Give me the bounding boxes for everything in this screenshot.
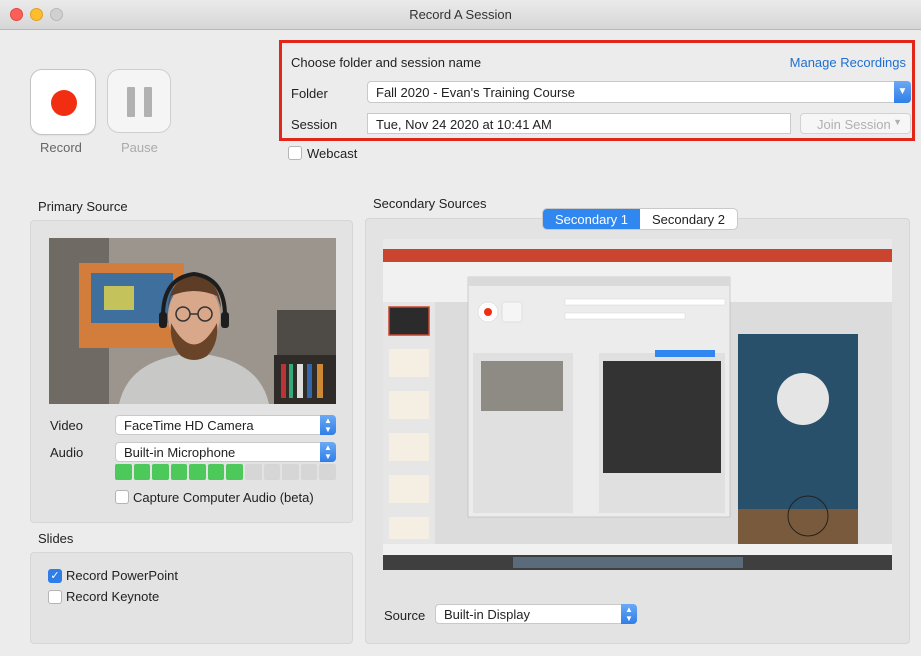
tab-secondary-2[interactable]: Secondary 2 [640, 209, 737, 229]
capture-computer-audio-label: Capture Computer Audio (beta) [133, 490, 314, 505]
camera-preview [49, 238, 336, 404]
webcast-label: Webcast [307, 146, 358, 161]
audio-label: Audio [50, 445, 84, 460]
secondary-sources-title: Secondary Sources [373, 196, 487, 211]
updown-chevron-icon: ▲ ▼ [621, 604, 637, 624]
record-label: Record [40, 140, 82, 155]
audio-level-segment [319, 464, 336, 480]
updown-chevron-icon: ▲ ▼ [320, 442, 336, 462]
session-name-input[interactable]: Tue, Nov 24 2020 at 10:41 AM [367, 113, 791, 134]
audio-level-segment [115, 464, 132, 480]
audio-level-segment [282, 464, 299, 480]
record-icon [51, 90, 77, 116]
join-session-label: Join Session [817, 117, 891, 132]
audio-level-segment [245, 464, 262, 480]
screen-preview [383, 239, 892, 570]
audio-level-segment [263, 464, 281, 480]
secondary-source-select[interactable]: Built-in Display ▲ ▼ [435, 604, 637, 624]
video-source-select[interactable]: FaceTime HD Camera ▲ ▼ [115, 415, 336, 435]
record-keynote-checkbox[interactable] [48, 590, 62, 604]
audio-source-select[interactable]: Built-in Microphone ▲ ▼ [115, 442, 336, 462]
record-powerpoint-label: Record PowerPoint [66, 568, 178, 583]
audio-level-segment [300, 464, 318, 480]
join-session-button[interactable]: Join Session ▼ [800, 113, 911, 134]
session-heading: Choose folder and session name [291, 55, 482, 70]
record-button[interactable] [30, 69, 96, 135]
video-source-value: FaceTime HD Camera [124, 418, 254, 433]
folder-value: Fall 2020 - Evan's Training Course [376, 85, 576, 100]
video-label: Video [50, 418, 84, 433]
audio-level-meter [115, 464, 336, 480]
audio-level-segment [207, 464, 225, 480]
record-keynote-label: Record Keynote [66, 589, 160, 604]
record-session-window: Record A Session Record Pause Choose fol… [0, 0, 921, 656]
chevron-down-icon: ▼ [893, 117, 902, 127]
session-label: Session [291, 117, 338, 132]
primary-source-title: Primary Source [38, 199, 128, 214]
pause-icon [127, 87, 135, 117]
pause-label: Pause [121, 140, 158, 155]
session-settings-box: Choose folder and session name Manage Re… [279, 40, 915, 141]
updown-chevron-icon: ▲ ▼ [320, 415, 336, 435]
secondary-source-value: Built-in Display [444, 607, 530, 622]
manage-recordings-link[interactable]: Manage Recordings [790, 55, 906, 70]
secondary-tabs: Secondary 1 Secondary 2 [542, 208, 738, 230]
audio-level-segment [170, 464, 188, 480]
slides-title: Slides [38, 531, 74, 546]
audio-level-segment [226, 464, 244, 480]
chevron-down-icon: ▼ [894, 81, 911, 103]
audio-level-segment [133, 464, 151, 480]
source-label: Source [384, 608, 426, 623]
folder-label: Folder [291, 86, 328, 101]
folder-select[interactable]: Fall 2020 - Evan's Training Course ▼ [367, 81, 911, 103]
audio-level-segment [189, 464, 206, 480]
audio-source-value: Built-in Microphone [124, 445, 236, 460]
tab-secondary-1[interactable]: Secondary 1 [543, 209, 640, 229]
capture-computer-audio-checkbox[interactable] [115, 490, 129, 504]
record-powerpoint-checkbox[interactable]: ✓ [48, 569, 62, 583]
webcast-checkbox[interactable] [288, 146, 302, 160]
title-bar: Record A Session [0, 0, 921, 30]
window-title: Record A Session [409, 7, 512, 22]
pause-button[interactable] [107, 69, 171, 133]
audio-level-segment [152, 464, 169, 480]
